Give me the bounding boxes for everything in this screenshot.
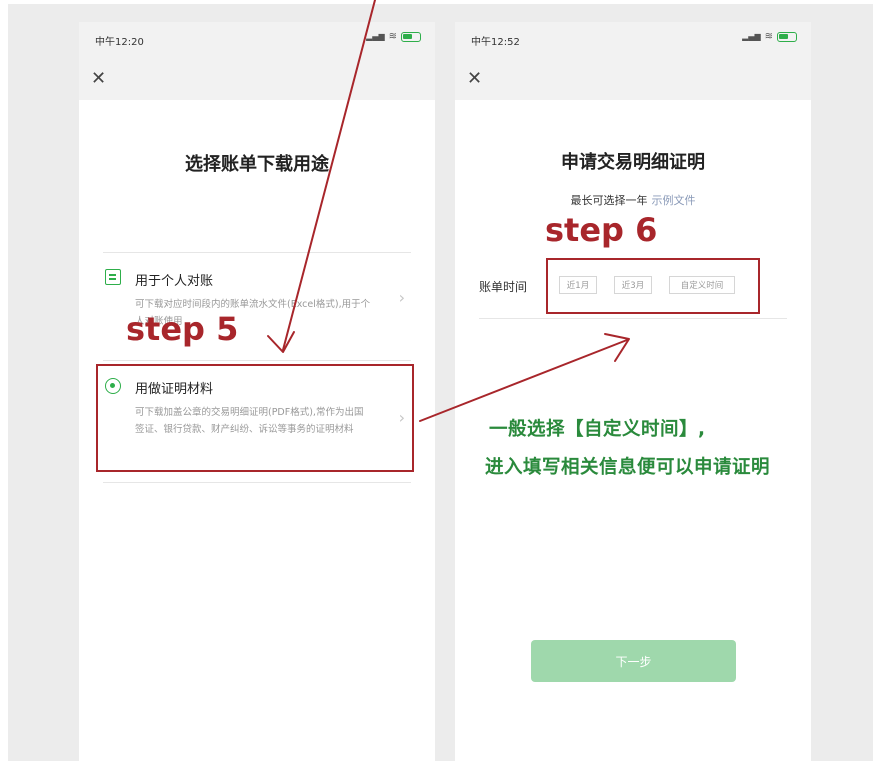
annotation-arrows bbox=[267, 0, 630, 422]
arrow-step5-line bbox=[282, 0, 376, 351]
arrow-step6-line bbox=[419, 339, 628, 422]
arrow-step5-head bbox=[267, 331, 295, 353]
